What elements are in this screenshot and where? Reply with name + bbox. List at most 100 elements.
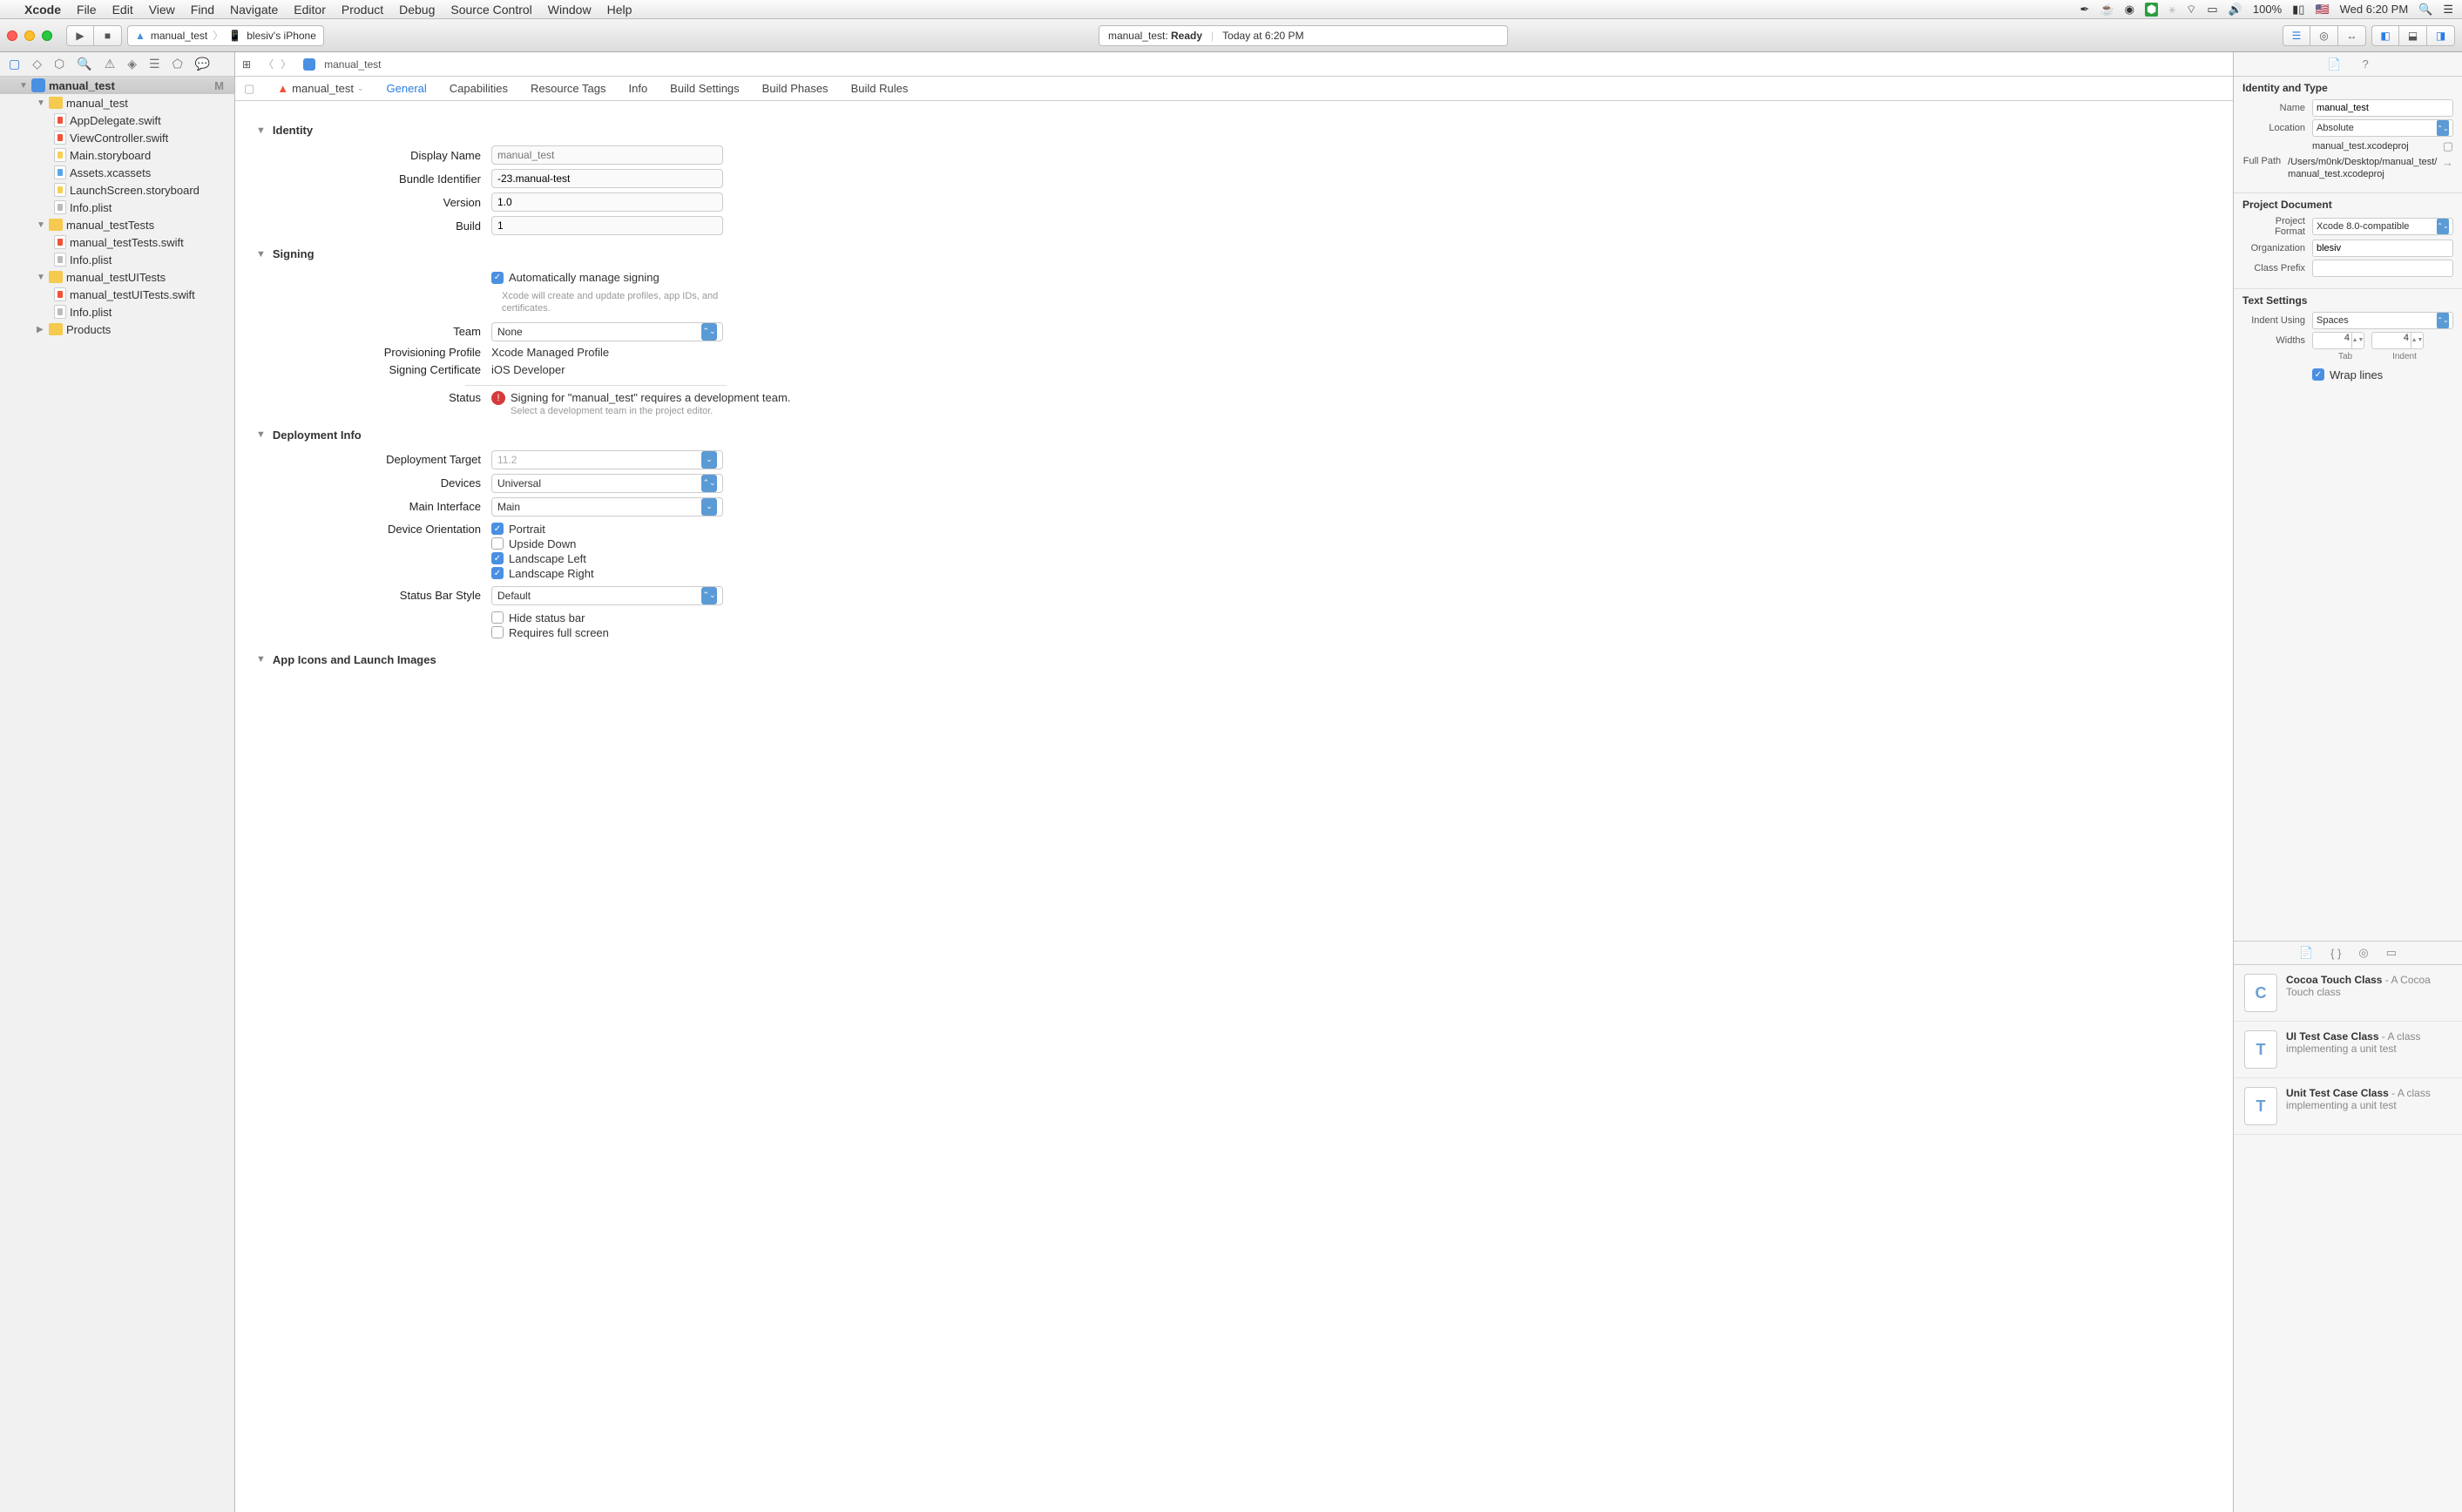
inspector-name-input[interactable]	[2312, 99, 2453, 117]
orientation-upside-down-checkbox[interactable]	[491, 537, 504, 550]
file-item[interactable]: manual_testUITests.swift	[0, 286, 234, 303]
version-editor-button[interactable]: ↔	[2338, 25, 2366, 46]
project-root[interactable]: ▼ manual_test M	[0, 77, 234, 94]
menu-find[interactable]: Find	[191, 3, 214, 17]
tab-general[interactable]: General	[387, 82, 427, 95]
symbol-navigator-tab[interactable]: ⬡	[54, 57, 64, 71]
file-item[interactable]: manual_testTests.swift	[0, 233, 234, 251]
group-folder[interactable]: ▶ Products	[0, 321, 234, 338]
notification-center-icon[interactable]: ☰	[2443, 3, 2453, 17]
file-item[interactable]: Info.plist	[0, 303, 234, 321]
menu-source-control[interactable]: Source Control	[450, 3, 531, 17]
standard-editor-button[interactable]: ☰	[2283, 25, 2310, 46]
tab-resource-tags[interactable]: Resource Tags	[531, 82, 605, 95]
auto-signing-checkbox[interactable]: ✓	[491, 272, 504, 284]
file-item[interactable]: Main.storyboard	[0, 146, 234, 164]
menu-navigate[interactable]: Navigate	[230, 3, 278, 17]
main-interface-select[interactable]: Main⌄	[491, 497, 723, 516]
build-input[interactable]	[491, 216, 723, 235]
disclosure-triangle-icon[interactable]: ▼	[37, 273, 45, 282]
bundle-identifier-input[interactable]	[491, 169, 723, 188]
library-item[interactable]: T Unit Test Case Class - A class impleme…	[2234, 1078, 2462, 1135]
toggle-inspector-button[interactable]: ◨	[2427, 25, 2455, 46]
section-app-icons[interactable]: ▼App Icons and Launch Images	[256, 653, 2212, 666]
indent-width-stepper[interactable]: 4▲▼	[2371, 332, 2424, 349]
battery-icon[interactable]: ▮▯	[2292, 3, 2304, 17]
close-window-button[interactable]	[7, 30, 17, 41]
back-button[interactable]: 〈	[263, 58, 274, 71]
stop-button[interactable]: ■	[94, 25, 122, 46]
group-folder[interactable]: ▼ manual_testTests	[0, 216, 234, 233]
source-control-navigator-tab[interactable]: ◇	[32, 57, 42, 71]
project-navigator-tab[interactable]: ▢	[9, 57, 20, 71]
choose-location-button[interactable]: ▢	[2443, 139, 2453, 153]
toggle-navigator-button[interactable]: ◧	[2371, 25, 2399, 46]
section-deployment[interactable]: ▼Deployment Info	[256, 429, 2212, 442]
file-item[interactable]: Info.plist	[0, 251, 234, 268]
menu-window[interactable]: Window	[548, 3, 592, 17]
file-item[interactable]: Assets.xcassets	[0, 164, 234, 181]
menu-file[interactable]: File	[77, 3, 97, 17]
disclosure-triangle-icon[interactable]: ▼	[19, 81, 28, 91]
tab-info[interactable]: Info	[628, 82, 647, 95]
tab-build-settings[interactable]: Build Settings	[670, 82, 740, 95]
tab-build-rules[interactable]: Build Rules	[851, 82, 909, 95]
toggle-debug-button[interactable]: ⬓	[2399, 25, 2427, 46]
requires-fullscreen-checkbox[interactable]	[491, 626, 504, 638]
file-item[interactable]: LaunchScreen.storyboard	[0, 181, 234, 199]
document-outline-toggle[interactable]: ▢	[244, 82, 254, 96]
clock[interactable]: Wed 6:20 PM	[2340, 3, 2409, 16]
object-library-tab[interactable]: ◎	[2358, 946, 2368, 960]
file-item[interactable]: Info.plist	[0, 199, 234, 216]
bluetooth-icon[interactable]: ⚹	[2168, 3, 2175, 17]
file-item[interactable]: ViewController.swift	[0, 129, 234, 146]
reveal-in-finder-button[interactable]: →	[2442, 156, 2453, 169]
app-menu[interactable]: Xcode	[24, 3, 61, 17]
wrap-lines-checkbox[interactable]: ✓	[2312, 368, 2324, 381]
orientation-portrait-checkbox[interactable]: ✓	[491, 523, 504, 535]
related-items-icon[interactable]: ⊞	[242, 58, 251, 71]
menu-editor[interactable]: Editor	[294, 3, 326, 17]
display-name-input[interactable]	[491, 145, 723, 165]
quick-help-tab[interactable]: ?	[2362, 57, 2368, 71]
airplay-icon[interactable]: ▭	[2207, 3, 2217, 17]
library-item[interactable]: C Cocoa Touch Class - A Cocoa Touch clas…	[2234, 965, 2462, 1022]
target-selector[interactable]: ▲ manual_test ⌄	[277, 82, 363, 95]
status-icon[interactable]: ◉	[2125, 3, 2134, 17]
menu-view[interactable]: View	[149, 3, 175, 17]
media-library-tab[interactable]: ▭	[2386, 946, 2397, 960]
disclosure-triangle-icon[interactable]: ▼	[37, 220, 45, 230]
organization-input[interactable]	[2312, 240, 2453, 257]
debug-navigator-tab[interactable]: ☰	[149, 57, 160, 71]
team-select[interactable]: None⌃⌄	[491, 322, 723, 341]
file-item[interactable]: AppDelegate.swift	[0, 111, 234, 129]
test-navigator-tab[interactable]: ◈	[127, 57, 137, 71]
section-identity[interactable]: ▼Identity	[256, 124, 2212, 137]
menu-product[interactable]: Product	[342, 3, 383, 17]
group-folder[interactable]: ▼ manual_testUITests	[0, 268, 234, 286]
tab-width-stepper[interactable]: 4▲▼	[2312, 332, 2364, 349]
forward-button[interactable]: 〉	[281, 58, 291, 71]
assistant-editor-button[interactable]: ◎	[2310, 25, 2338, 46]
issue-navigator-tab[interactable]: ⚠	[105, 57, 116, 71]
battery-percent[interactable]: 100%	[2253, 3, 2282, 16]
report-navigator-tab[interactable]: 💬	[195, 57, 210, 71]
find-navigator-tab[interactable]: 🔍	[77, 57, 91, 71]
menu-edit[interactable]: Edit	[112, 3, 133, 17]
file-inspector-tab[interactable]: 📄	[2327, 57, 2341, 71]
scheme-selector[interactable]: ▲ manual_test 〉 📱 blesiv's iPhone	[127, 25, 324, 46]
volume-icon[interactable]: 🔊	[2229, 3, 2242, 17]
jump-bar-path[interactable]: manual_test	[324, 58, 381, 71]
status-icon[interactable]: ☕	[2100, 3, 2114, 17]
menu-help[interactable]: Help	[607, 3, 632, 17]
run-button[interactable]: ▶	[66, 25, 94, 46]
menu-debug[interactable]: Debug	[399, 3, 435, 17]
flag-icon[interactable]: 🇺🇸	[2315, 3, 2329, 17]
group-folder[interactable]: ▼ manual_test	[0, 94, 234, 111]
version-input[interactable]	[491, 192, 723, 212]
section-signing[interactable]: ▼Signing	[256, 247, 2212, 260]
orientation-landscape-right-checkbox[interactable]: ✓	[491, 567, 504, 579]
breakpoint-navigator-tab[interactable]: ⬠	[172, 57, 183, 71]
deployment-target-select[interactable]: 11.2⌄	[491, 450, 723, 469]
disclosure-triangle-icon[interactable]: ▼	[37, 98, 45, 108]
